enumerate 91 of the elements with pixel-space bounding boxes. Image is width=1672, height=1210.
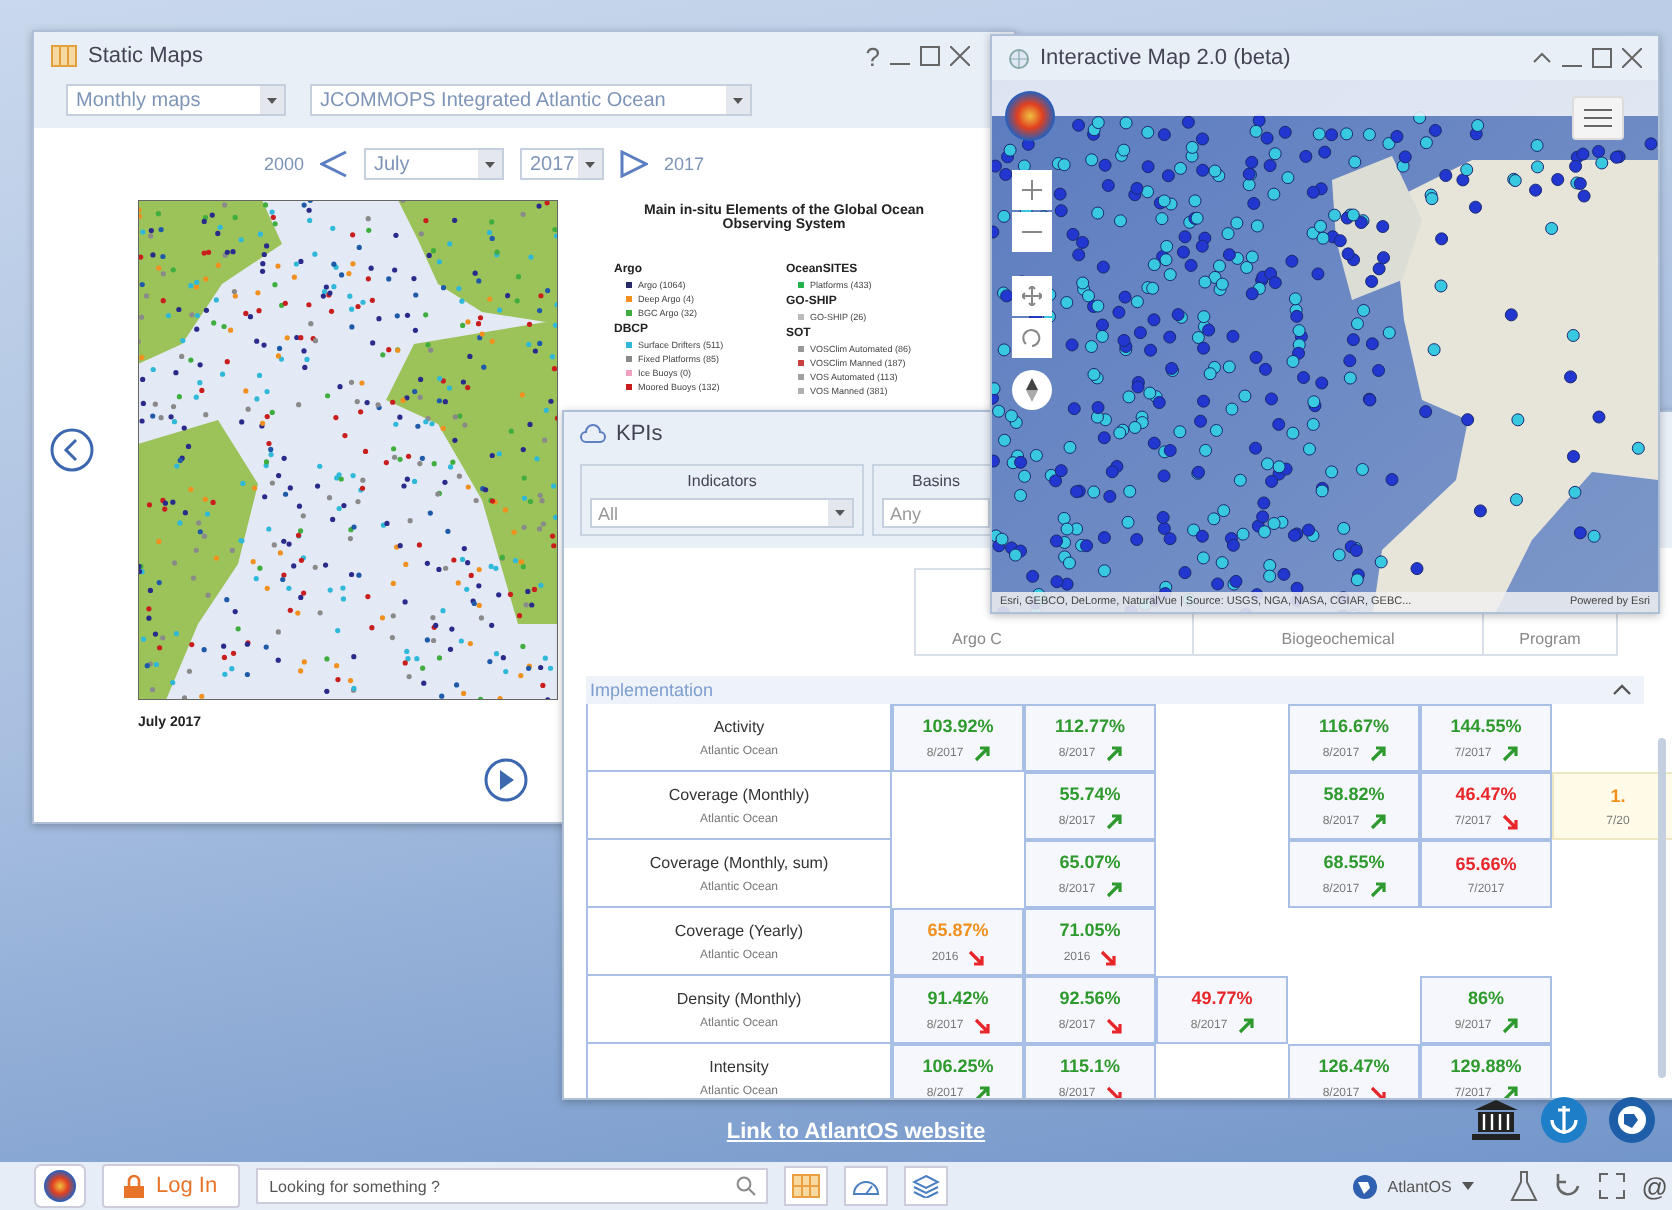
caret-icon: [828, 500, 852, 526]
filter-label: Indicators: [685, 472, 759, 490]
filter-dropdown[interactable]: All: [590, 498, 854, 528]
kpi-value: 65.66%: [1455, 853, 1517, 873]
close-icon[interactable]: [1622, 48, 1642, 68]
rotate-button[interactable]: [1012, 318, 1052, 358]
year-dropdown[interactable]: 2017: [520, 148, 604, 180]
login-button[interactable]: Log In: [102, 1164, 240, 1208]
website-link[interactable]: Link to AtlantOS website: [726, 1120, 986, 1144]
caret-icon: [478, 150, 502, 178]
caret-icon: [260, 86, 284, 114]
kpi-value: 112.77%: [1054, 715, 1126, 735]
lock-icon: [124, 1174, 144, 1198]
region-dropdown[interactable]: JCOMMOPS Integrated Atlantic Ocean: [310, 84, 752, 116]
cloud-icon: [580, 424, 606, 444]
globe-icon: [1008, 47, 1030, 69]
account-menu[interactable]: AtlantOS: [1351, 1173, 1474, 1199]
layers-button[interactable]: [903, 1166, 948, 1206]
indicator-name: Intensity: [709, 1057, 769, 1075]
scrollbar[interactable]: [1658, 738, 1666, 1078]
rotate-icon: [1022, 328, 1042, 348]
refresh-icon[interactable]: [1553, 1172, 1582, 1200]
kpi-value: 58.82%: [1323, 783, 1385, 803]
plus-icon: [1022, 180, 1042, 200]
caret-icon: [726, 86, 750, 114]
caret-icon[interactable]: [1612, 684, 1632, 696]
end-year[interactable]: 2017: [664, 154, 705, 174]
kpi-value: 144.55%: [1450, 715, 1522, 735]
kpi-value: 55.74%: [1059, 783, 1121, 803]
app-logo-icon[interactable]: [34, 1164, 86, 1208]
map-icon: [50, 44, 78, 68]
kpi-value: 92.56%: [1059, 987, 1121, 1007]
start-year[interactable]: 2000: [263, 154, 304, 174]
search-icon[interactable]: [735, 1176, 756, 1196]
next-arrow-icon[interactable]: [620, 150, 648, 178]
zoom-out-button[interactable]: [1012, 212, 1052, 252]
menu-icon: [1584, 108, 1612, 128]
fullscreen-icon[interactable]: [1597, 1172, 1626, 1200]
play-icon[interactable]: [484, 758, 528, 802]
kpi-value: 116.67%: [1318, 715, 1390, 735]
indicator-name: Coverage (Monthly, sum): [649, 853, 829, 871]
layers-icon: [911, 1174, 940, 1198]
previous-circle-icon[interactable]: [50, 428, 94, 472]
kpi-value: 68.55%: [1323, 851, 1385, 871]
kpi-value: 1.: [1610, 785, 1626, 805]
indicator-name: Coverage (Yearly): [674, 921, 804, 939]
pan-button[interactable]: [1012, 276, 1052, 316]
indicator-name: Density (Monthly): [676, 989, 802, 1007]
email-link[interactable]: @: [1641, 1171, 1668, 1201]
flask-icon[interactable]: [1509, 1170, 1538, 1202]
window-title: Interactive Map 2.0 (beta): [1040, 46, 1291, 70]
close-icon[interactable]: [950, 46, 970, 66]
search-field[interactable]: Looking for something ?: [255, 1168, 768, 1204]
caret-icon: [1461, 1182, 1474, 1190]
indicator-name: Coverage (Monthly): [668, 785, 810, 803]
maximize-icon[interactable]: [1592, 48, 1612, 68]
compass-icon: [1026, 378, 1038, 402]
indicator-name: Activity: [713, 717, 765, 735]
globe-logo-icon[interactable]: [1004, 90, 1056, 142]
map-type-dropdown[interactable]: Monthly maps: [66, 84, 286, 116]
collapse-icon[interactable]: [1532, 48, 1552, 68]
kpi-value: 71.05%: [1059, 919, 1121, 939]
kpi-value: 65.87%: [927, 919, 989, 939]
filter-dropdown[interactable]: Any: [882, 498, 990, 528]
kpi-value: 49.77%: [1191, 987, 1253, 1007]
kpi-value: 46.47%: [1455, 783, 1517, 803]
anchor-logo-icon[interactable]: [1540, 1096, 1588, 1144]
month-dropdown[interactable]: July: [364, 148, 504, 180]
kpi-value: 129.88%: [1450, 1055, 1522, 1075]
kpi-value: 91.42%: [927, 987, 989, 1007]
kpi-value: 115.1%: [1059, 1055, 1121, 1075]
menu-button[interactable]: [1572, 96, 1624, 140]
kpi-value: 86%: [1467, 987, 1504, 1007]
window-title: Static Maps: [88, 44, 203, 68]
globe-logo-icon: [1351, 1173, 1378, 1199]
section-header[interactable]: Implementation: [586, 676, 1644, 704]
kpi-value: 126.47%: [1318, 1055, 1390, 1075]
grid-map-icon: [791, 1174, 820, 1198]
maximize-icon[interactable]: [920, 46, 940, 66]
kpi-value: 106.25%: [922, 1055, 994, 1075]
window-title: KPIs: [616, 422, 663, 446]
help-button[interactable]: ?: [865, 41, 880, 71]
globe-logo-icon[interactable]: [1608, 1096, 1656, 1144]
kpi-value: 103.92%: [922, 715, 994, 735]
dashboard-button[interactable]: [843, 1166, 888, 1206]
caret-icon: [578, 150, 602, 178]
move-icon: [1022, 286, 1042, 306]
filter-label: Basins: [909, 472, 962, 490]
kpi-value: 65.07%: [1059, 851, 1121, 871]
zoom-in-button[interactable]: [1012, 170, 1052, 210]
building-logo-icon[interactable]: [1472, 1100, 1520, 1140]
